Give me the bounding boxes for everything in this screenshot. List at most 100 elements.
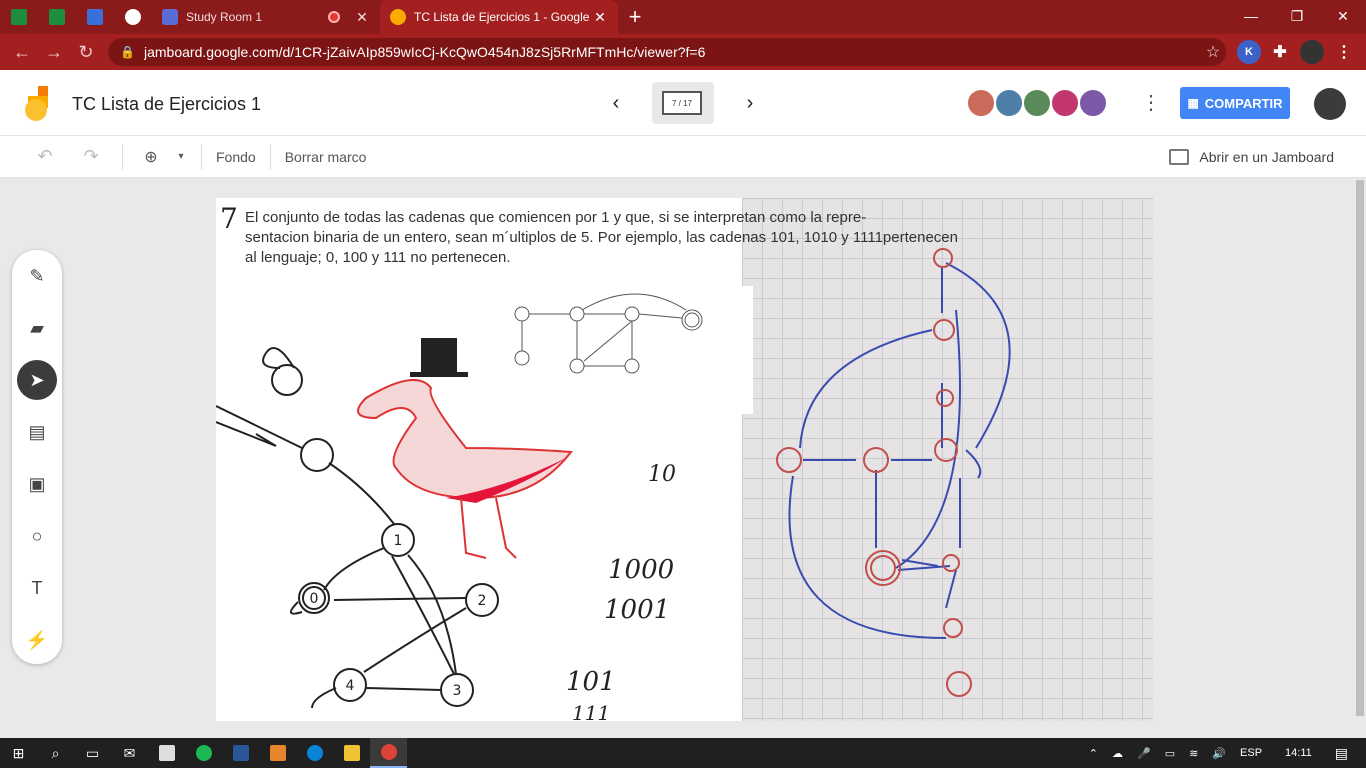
battery-icon[interactable]: ▭	[1165, 747, 1175, 760]
bookmark-star-icon[interactable]: ☆	[1200, 42, 1226, 62]
page-indicator: 7 / 17	[662, 91, 702, 115]
handwritten-number: 10	[648, 462, 676, 487]
pinned-tab-sheets-1[interactable]	[0, 0, 38, 34]
spotify-icon[interactable]	[185, 738, 222, 768]
clock[interactable]: 14:11	[1285, 747, 1312, 759]
problem-statement: El conjunto de todas las cadenas que com…	[245, 208, 1065, 268]
state-circle	[271, 364, 303, 396]
store-icon[interactable]	[148, 738, 185, 768]
back-arrow-icon[interactable]: ←	[6, 36, 38, 68]
edge-icon[interactable]	[296, 738, 333, 768]
mail-icon[interactable]: ✉	[111, 738, 148, 768]
address-bar[interactable]: 🔒 jamboard.google.com/d/1CR-jZaivAIp859w…	[108, 38, 1226, 66]
tab-study-room[interactable]: Study Room 1 ✕	[152, 0, 380, 34]
avatar[interactable]	[994, 88, 1024, 118]
search-icon[interactable]: ⌕	[37, 738, 74, 768]
redo-icon[interactable]: ↷	[68, 142, 114, 172]
minimize-icon[interactable]: —	[1228, 0, 1274, 32]
state-label: 2	[478, 593, 487, 609]
pen-icon[interactable]: ✎	[17, 256, 57, 296]
sticky-note-icon[interactable]: ▤	[17, 412, 57, 452]
pinned-tab-classroom[interactable]	[76, 0, 114, 34]
handwritten-number: 101	[566, 667, 616, 697]
notifications-icon[interactable]: ▤	[1335, 745, 1348, 762]
divider	[122, 143, 123, 170]
start-arrow	[216, 405, 303, 449]
circle-shape-icon[interactable]: ○	[17, 516, 57, 556]
chevron-up-icon[interactable]: ⌃	[1089, 747, 1098, 760]
lock-icon: 🔒	[120, 45, 135, 59]
avatar[interactable]	[966, 88, 996, 118]
problem-number: 7	[220, 202, 238, 235]
sublime-icon[interactable]	[259, 738, 296, 768]
frame-bar-toggle[interactable]: 7 / 17	[652, 82, 714, 124]
account-avatar[interactable]	[1314, 88, 1346, 120]
share-icon: ▦	[1187, 96, 1199, 110]
reload-icon[interactable]: ↻	[70, 36, 102, 68]
pinned-tab-sheets-2[interactable]	[38, 0, 76, 34]
open-label: Abrir en un Jamboard	[1199, 149, 1334, 165]
recording-icon	[328, 11, 340, 23]
browser-tab-strip: Study Room 1 ✕ TC Lista de Ejercicios 1 …	[0, 0, 1366, 34]
image-icon[interactable]: ▣	[17, 464, 57, 504]
tool-palette: ✎ ▰ ➤ ▤ ▣ ○ T ⚡	[12, 250, 62, 664]
collaborators	[966, 88, 1108, 118]
task-view-icon[interactable]: ▭	[74, 738, 111, 768]
chevron-down-icon[interactable]: ▾	[171, 142, 191, 172]
laser-icon[interactable]: ⚡	[17, 620, 57, 660]
previous-frame-icon[interactable]: ‹	[601, 88, 631, 118]
volume-icon[interactable]: 🔊	[1212, 747, 1226, 760]
avatar[interactable]	[1078, 88, 1108, 118]
pinned-tab-web[interactable]	[114, 0, 152, 34]
flamingo-doodle	[357, 338, 573, 559]
avatar[interactable]	[1050, 88, 1080, 118]
chrome-icon[interactable]	[370, 738, 407, 768]
forward-arrow-icon[interactable]: →	[38, 36, 70, 68]
state-label: 4	[346, 678, 355, 694]
language-indicator[interactable]: ESP	[1240, 747, 1262, 759]
state-label: 3	[453, 683, 462, 699]
jamboard-logo[interactable]	[22, 86, 50, 122]
vertical-scrollbar[interactable]	[1356, 180, 1364, 716]
word-icon[interactable]	[222, 738, 259, 768]
select-arrow-icon[interactable]: ➤	[17, 360, 57, 400]
handwritten-number: 1000	[608, 555, 674, 585]
text-box-icon[interactable]: T	[17, 568, 57, 608]
profile-avatar[interactable]	[1300, 40, 1324, 64]
windows-start-icon[interactable]: ⊞	[0, 738, 37, 768]
board-canvas[interactable]: 7 El conjunto de todas las cadenas que c…	[0, 178, 1366, 738]
mini-dfa-panel	[741, 286, 753, 414]
share-label: COMPARTIR	[1204, 95, 1283, 111]
zoom-icon[interactable]: ⊕	[131, 142, 171, 172]
close-tab-icon[interactable]: ✕	[592, 9, 608, 26]
handwritten-sketch: 1 0 2 3 4 1000 1001 101 111 10	[216, 248, 1011, 721]
next-frame-icon[interactable]: ›	[735, 88, 765, 118]
cloud-icon[interactable]: ☁	[1112, 747, 1123, 760]
problem-line-2: sentacion binaria de un entero, sean m´u…	[245, 229, 958, 246]
jamboard-header: TC Lista de Ejercicios 1 ‹ 7 / 17 › ⋮ ▦ …	[0, 70, 1366, 136]
clear-frame-button[interactable]: Borrar marco	[271, 142, 381, 172]
eraser-icon[interactable]: ▰	[17, 308, 57, 348]
avatar[interactable]	[1022, 88, 1052, 118]
restore-icon[interactable]: ❐	[1274, 0, 1320, 32]
undo-icon[interactable]: ↶	[22, 142, 68, 172]
background-button[interactable]: Fondo	[202, 142, 270, 172]
wifi-icon[interactable]: ≋	[1189, 747, 1198, 760]
jamboard-icon	[390, 9, 406, 25]
close-window-icon[interactable]: ✕	[1320, 0, 1366, 32]
open-in-jamboard-button[interactable]: Abrir en un Jamboard	[1169, 142, 1334, 172]
windows-taskbar: ⊞ ⌕ ▭ ✉ ⌃ ☁ 🎤 ▭ ≋ 🔊 ESP 14:11 ▤	[0, 738, 1366, 768]
new-tab-button[interactable]: +	[618, 0, 652, 34]
close-tab-icon[interactable]: ✕	[354, 9, 370, 26]
puzzle-icon[interactable]: ✚	[1268, 40, 1292, 64]
share-button[interactable]: ▦ COMPARTIR	[1180, 87, 1290, 119]
tab-jamboard[interactable]: TC Lista de Ejercicios 1 - Google J ✕	[380, 0, 618, 34]
more-options-icon[interactable]: ⋮	[1140, 90, 1162, 118]
extension-k-icon[interactable]: K	[1237, 40, 1261, 64]
chrome-menu-icon[interactable]: ⋮	[1332, 40, 1356, 64]
jamboard-toolbar: ↶ ↷ ⊕ ▾ Fondo Borrar marco Abrir en un J…	[0, 136, 1366, 178]
file-explorer-icon[interactable]	[333, 738, 370, 768]
state-label: 0	[310, 591, 319, 607]
meet-icon	[162, 9, 178, 25]
microphone-icon[interactable]: 🎤	[1137, 747, 1151, 760]
